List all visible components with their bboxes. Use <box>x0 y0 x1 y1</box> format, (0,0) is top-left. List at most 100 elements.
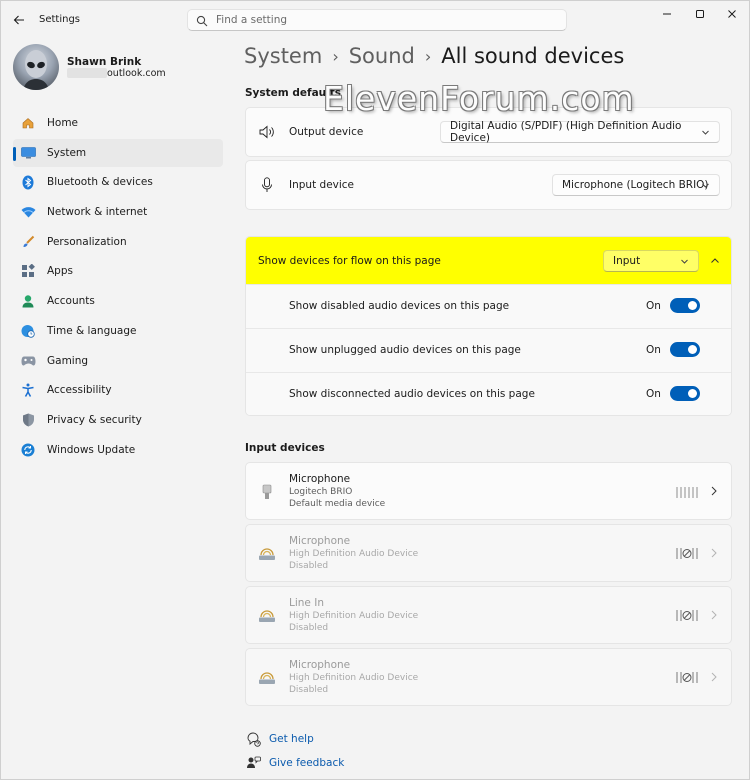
show-disconnected-toggle[interactable] <box>670 386 700 401</box>
input-device-item[interactable]: Microphone Logitech BRIO Default media d… <box>245 462 732 520</box>
title-bar: Settings <box>1 1 750 39</box>
get-help-text[interactable]: Get help <box>269 733 314 745</box>
input-device-item[interactable]: Microphone High Definition Audio Device … <box>245 524 732 582</box>
page-title: All sound devices <box>441 44 625 68</box>
line-in-device-icon <box>258 545 276 563</box>
sidebar-item-label: Accounts <box>47 295 95 308</box>
search-input[interactable] <box>216 14 546 26</box>
chevron-down-icon <box>702 183 709 188</box>
update-icon <box>20 442 36 458</box>
sidebar-item-label: Privacy & security <box>47 413 142 426</box>
show-disabled-row: Show disabled audio devices on this page… <box>246 284 731 328</box>
sidebar-item-label: Bluetooth & devices <box>47 176 153 189</box>
gamepad-icon <box>20 353 36 369</box>
system-icon <box>20 145 36 161</box>
device-status: Disabled <box>289 623 329 633</box>
show-disabled-toggle[interactable] <box>670 298 700 313</box>
maximize-icon <box>696 10 704 18</box>
accounts-icon <box>20 293 36 309</box>
globe-clock-icon <box>20 323 36 339</box>
device-driver: High Definition Audio Device <box>289 549 419 559</box>
chevron-down-icon <box>681 259 688 264</box>
show-unplugged-toggle[interactable] <box>670 342 700 357</box>
close-button[interactable] <box>717 5 747 23</box>
give-feedback-link[interactable]: Give feedback <box>245 755 344 771</box>
sidebar-item-accessibility[interactable]: Accessibility <box>13 376 223 404</box>
input-device-value: Microphone (Logitech BRIO) <box>562 179 709 191</box>
chevron-right-icon: › <box>424 46 432 66</box>
chevron-right-icon <box>711 672 717 682</box>
sidebar-item-gaming[interactable]: Gaming <box>13 347 223 375</box>
sidebar-item-apps[interactable]: Apps <box>13 257 223 285</box>
input-device-item[interactable]: Microphone High Definition Audio Device … <box>245 648 732 706</box>
brush-icon <box>20 234 36 250</box>
sidebar-item-privacy-security[interactable]: Privacy & security <box>13 406 223 434</box>
device-status: Disabled <box>289 685 329 695</box>
sidebar-item-system[interactable]: System <box>13 138 223 167</box>
input-device-dropdown[interactable]: Microphone (Logitech BRIO) <box>552 174 720 196</box>
show-disabled-label: Show disabled audio devices on this page <box>289 300 510 312</box>
disabled-level-meter-icon <box>676 610 698 621</box>
sidebar-nav: Home System Bluetooth & devices Network … <box>13 109 223 465</box>
output-device-value: Digital Audio (S/PDIF) (High Definition … <box>450 120 682 144</box>
user-name: Shawn Brink <box>67 56 142 68</box>
wifi-icon <box>20 204 36 220</box>
input-device-row: Input device Microphone (Logitech BRIO) <box>245 160 732 210</box>
sidebar-item-label: Windows Update <box>47 443 136 456</box>
settings-window: Settings Shawn Brink outlook.com Home <box>0 0 750 780</box>
breadcrumb-sound[interactable]: Sound <box>349 44 415 68</box>
show-disconnected-row: Show disconnected audio devices on this … <box>246 372 731 415</box>
breadcrumb-system[interactable]: System <box>244 44 322 68</box>
chevron-down-icon <box>702 130 709 135</box>
sidebar-item-windows-update[interactable]: Windows Update <box>13 436 223 464</box>
sidebar-item-label: Accessibility <box>47 384 112 397</box>
flow-header[interactable]: Show devices for flow on this page Input <box>246 237 731 284</box>
sidebar-item-time-language[interactable]: Time & language <box>13 317 223 345</box>
device-status: Default media device <box>289 499 386 509</box>
sidebar-item-home[interactable]: Home <box>13 109 223 137</box>
disabled-level-meter-icon <box>676 548 698 559</box>
flow-value: Input <box>613 255 641 267</box>
input-device-item[interactable]: Line In High Definition Audio Device Dis… <box>245 586 732 644</box>
section-title-input-devices: Input devices <box>245 442 325 454</box>
help-icon <box>245 731 261 747</box>
search-box[interactable] <box>187 9 567 31</box>
give-feedback-text[interactable]: Give feedback <box>269 757 344 769</box>
home-icon <box>20 115 36 131</box>
shield-icon <box>20 412 36 428</box>
sidebar-item-label: Home <box>47 117 79 129</box>
input-device-label: Input device <box>289 179 355 191</box>
flow-dropdown[interactable]: Input <box>603 250 699 272</box>
chevron-up-icon[interactable] <box>710 256 720 265</box>
device-driver: High Definition Audio Device <box>289 673 419 683</box>
chevron-right-icon <box>711 610 717 620</box>
sidebar-item-bluetooth[interactable]: Bluetooth & devices <box>13 168 223 196</box>
back-arrow-icon <box>13 15 24 25</box>
disabled-level-meter-icon <box>676 672 698 683</box>
get-help-link[interactable]: Get help <box>245 731 314 747</box>
show-unplugged-label: Show unplugged audio devices on this pag… <box>289 344 521 356</box>
sidebar-item-accounts[interactable]: Accounts <box>13 287 223 315</box>
avatar[interactable] <box>13 44 59 90</box>
user-email: outlook.com <box>107 68 166 79</box>
chevron-right-icon <box>711 486 717 496</box>
email-redaction <box>67 68 107 78</box>
device-name: Line In <box>289 597 324 609</box>
output-device-dropdown[interactable]: Digital Audio (S/PDIF) (High Definition … <box>440 120 720 144</box>
output-device-label: Output device <box>289 126 364 138</box>
alien-avatar-icon <box>23 50 49 90</box>
device-status: Disabled <box>289 561 329 571</box>
sidebar-item-label: Gaming <box>47 354 89 367</box>
chevron-right-icon <box>711 548 717 558</box>
sidebar-item-personalization[interactable]: Personalization <box>13 228 223 256</box>
maximize-button[interactable] <box>685 5 715 23</box>
back-button[interactable] <box>9 10 29 30</box>
chevron-right-icon: › <box>332 46 339 66</box>
sidebar-item-label: System <box>47 146 87 159</box>
device-driver: High Definition Audio Device <box>289 611 419 621</box>
sidebar-item-network[interactable]: Network & internet <box>13 198 223 226</box>
line-in-device-icon <box>258 607 276 625</box>
device-name: Microphone <box>289 473 351 485</box>
feedback-icon <box>245 755 261 771</box>
minimize-button[interactable] <box>652 5 682 23</box>
